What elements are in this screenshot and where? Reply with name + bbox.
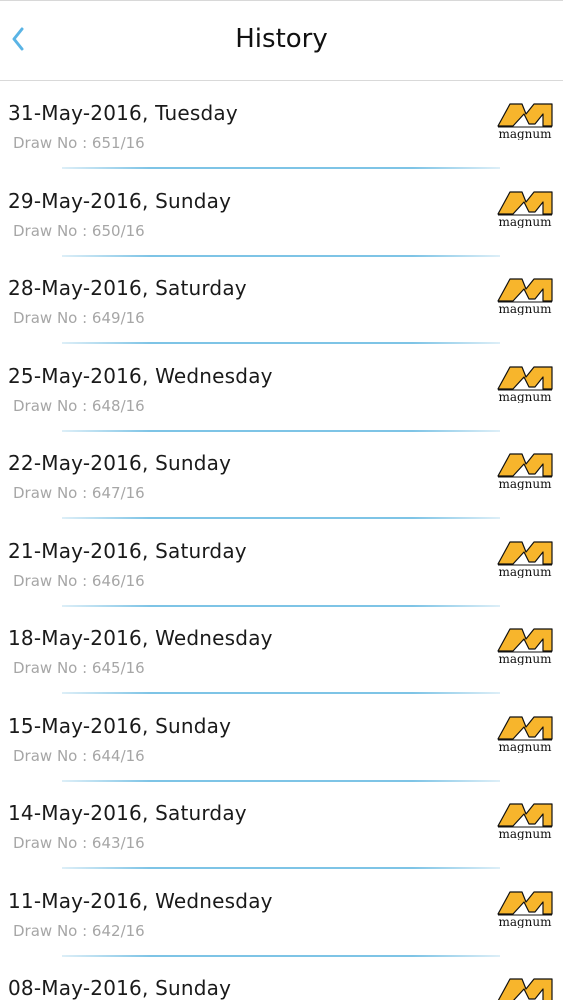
logo-label: magnum <box>498 215 552 228</box>
logo-label: magnum <box>498 827 552 840</box>
magnum-logo: magnum <box>496 538 554 579</box>
draw-date: 14-May-2016, Saturday <box>8 801 247 825</box>
page-title: History <box>235 24 328 54</box>
draw-number: Draw No : 644/16 <box>13 746 145 765</box>
logo-label: magnum <box>498 302 552 315</box>
logo-label: magnum <box>498 915 552 928</box>
logo-label: magnum <box>498 652 552 665</box>
draw-date: 31-May-2016, Tuesday <box>8 101 238 125</box>
history-screen: History 31-May-2016, Tuesday Draw No : 65… <box>0 0 563 1000</box>
magnum-logo: magnum <box>496 625 554 666</box>
logo-label: magnum <box>498 127 552 140</box>
magnum-logo: magnum <box>496 450 554 491</box>
list-item[interactable]: 22-May-2016, Sunday Draw No : 647/16 magnu… <box>0 431 563 519</box>
draw-number: Draw No : 649/16 <box>13 309 145 327</box>
list-item[interactable]: 21-May-2016, Saturday Draw No : 646/16 mag… <box>0 519 563 607</box>
draw-date: 08-May-2016, Sunday <box>8 976 232 1000</box>
list-item[interactable]: 14-May-2016, Saturday Draw No : 643/16 mag… <box>0 781 563 869</box>
magnum-logo: magnum <box>496 888 554 929</box>
magnum-logo: magnum <box>496 188 554 229</box>
draw-date: 18-May-2016, Wednesday <box>8 626 273 650</box>
draw-number: Draw No : 642/16 <box>13 921 145 940</box>
list-item[interactable]: 18-May-2016, Wednesday Draw No : 645/16 ma… <box>0 606 563 694</box>
draw-number: Draw No : 648/16 <box>13 396 145 415</box>
list-item[interactable]: 31-May-2016, Tuesday Draw No : 651/16 magn… <box>0 81 563 169</box>
draw-date: 21-May-2016, Saturday <box>8 538 247 563</box>
logo-label: magnum <box>498 565 552 578</box>
draw-date: 11-May-2016, Wednesday <box>8 888 273 913</box>
draw-date: 25-May-2016, Wednesday <box>8 363 273 388</box>
magnum-logo: magnum <box>496 713 554 754</box>
draw-number: Draw No : 650/16 <box>13 221 145 240</box>
draw-date: 22-May-2016, Sunday <box>8 451 232 475</box>
draw-history-list: 31-May-2016, Tuesday Draw No : 651/16 magn… <box>0 81 563 1000</box>
magnum-logo: magnum <box>496 275 554 316</box>
draw-date: 28-May-2016, Saturday <box>8 276 247 300</box>
logo-label: magnum <box>498 740 552 753</box>
draw-date: 29-May-2016, Sunday <box>8 188 232 213</box>
draw-number: Draw No : 647/16 <box>13 484 145 502</box>
list-item[interactable]: 28-May-2016, Saturday Draw No : 649/16 mag… <box>0 256 563 344</box>
list-item[interactable]: 25-May-2016, Wednesday Draw No : 648/16 ma… <box>0 344 563 432</box>
list-item[interactable]: 08-May-2016, Sunday magnum <box>0 956 563 1000</box>
draw-date: 15-May-2016, Sunday <box>8 713 232 738</box>
magnum-logo: magnum <box>496 363 554 404</box>
draw-number: Draw No : 651/16 <box>13 134 145 152</box>
navigation-bar: History <box>0 1 563 81</box>
draw-number: Draw No : 646/16 <box>13 571 145 590</box>
logo-label: magnum <box>498 390 552 403</box>
logo-label: magnum <box>498 477 552 490</box>
draw-number: Draw No : 643/16 <box>13 834 145 852</box>
magnum-logo: magnum <box>496 975 554 1000</box>
magnum-logo: magnum <box>496 800 554 841</box>
list-item[interactable]: 15-May-2016, Sunday Draw No : 644/16 magnu… <box>0 694 563 782</box>
magnum-logo: magnum <box>496 100 554 141</box>
list-item[interactable]: 29-May-2016, Sunday Draw No : 650/16 magnu… <box>0 169 563 257</box>
list-item[interactable]: 11-May-2016, Wednesday Draw No : 642/16 ma… <box>0 869 563 957</box>
draw-number: Draw No : 645/16 <box>13 659 145 677</box>
